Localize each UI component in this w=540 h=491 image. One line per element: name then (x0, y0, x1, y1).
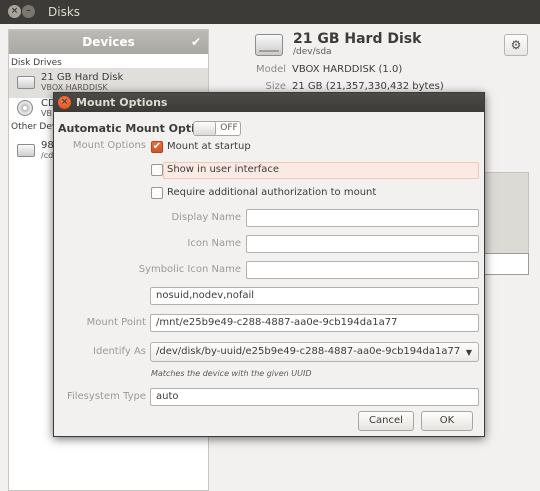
drive-menu-button[interactable]: ⚙ (504, 34, 528, 56)
filesystem-type-field[interactable]: auto (150, 388, 479, 406)
require-auth-checkbox[interactable] (151, 187, 163, 199)
check-icon[interactable]: ✔ (191, 30, 201, 54)
hard-disk-icon (255, 34, 283, 56)
sidebar-item-name: 21 GB Hard Disk (41, 72, 124, 83)
icon-name-field[interactable] (246, 235, 479, 253)
icon-name-label: Icon Name (187, 238, 241, 249)
dialog-title: Mount Options (76, 96, 168, 109)
window-minimize-icon[interactable]: – (22, 5, 35, 18)
volume-field (484, 253, 529, 275)
toggle-knob (194, 122, 216, 135)
hard-disk-icon (17, 76, 35, 89)
chevron-down-icon: ▼ (465, 348, 472, 357)
mount-at-startup-checkbox[interactable]: ✔ (151, 141, 163, 153)
size-value: 21 GB (21,357,330,432 bytes) (292, 81, 444, 92)
sidebar-item-sub: VBOX HARDDISK (41, 83, 108, 92)
mount-at-startup-label: Mount at startup (167, 141, 251, 152)
size-label: Size (265, 81, 286, 92)
mount-point-field[interactable]: /mnt/e25b9e49-c288-4887-aa0e-9cb194da1a7… (150, 314, 479, 332)
filesystem-type-label: Filesystem Type (66, 391, 146, 402)
require-auth-label: Require additional authorization to moun… (167, 187, 377, 198)
display-name-label: Display Name (171, 212, 241, 223)
window-close-icon[interactable]: × (8, 5, 21, 18)
identify-as-label: Identify As (93, 346, 146, 357)
mount-options-field[interactable]: nosuid,nodev,nofail (150, 287, 479, 305)
dialog-titlebar: × Mount Options (54, 93, 484, 112)
show-in-ui-checkbox[interactable] (151, 164, 163, 176)
model-label: Model (255, 64, 286, 75)
identify-as-combo[interactable]: /dev/disk/by-uuid/e25b9e49-c288-4887-aa0… (150, 342, 479, 362)
close-icon[interactable]: × (58, 96, 71, 109)
symbolic-icon-name-field[interactable] (246, 261, 479, 279)
automatic-mount-toggle[interactable]: OFF (193, 121, 241, 136)
drive-path: /dev/sda (293, 47, 332, 57)
ok-button[interactable]: OK (421, 411, 473, 431)
checkmark-icon: ✔ (152, 141, 162, 152)
cancel-button[interactable]: Cancel (358, 411, 414, 431)
model-value: VBOX HARDDISK (1.0) (292, 64, 403, 75)
devices-header: Devices ✔ (9, 30, 208, 54)
toggle-state: OFF (220, 123, 238, 133)
identify-as-hint: Matches the device with the given UUID (151, 369, 312, 378)
show-in-ui-label: Show in user interface (167, 164, 280, 175)
devices-header-label: Devices (82, 35, 135, 49)
mount-options-dialog: × Mount Options Automatic Mount Options … (53, 92, 485, 437)
volume-graphic[interactable] (484, 172, 529, 258)
mount-point-label: Mount Point (86, 317, 146, 328)
window-title: Disks (48, 5, 81, 19)
section-disk-drives: Disk Drives (11, 58, 62, 68)
window-titlebar: × – Disks (0, 0, 540, 24)
optical-disc-icon (17, 100, 33, 116)
identify-as-value: /dev/disk/by-uuid/e25b9e49-c288-4887-aa0… (156, 346, 461, 357)
symbolic-icon-name-label: Symbolic Icon Name (138, 264, 241, 275)
gear-icon: ⚙ (510, 38, 522, 52)
display-name-field[interactable] (246, 209, 479, 227)
mount-options-label: Mount Options (72, 140, 146, 151)
drive-title: 21 GB Hard Disk (293, 31, 422, 47)
